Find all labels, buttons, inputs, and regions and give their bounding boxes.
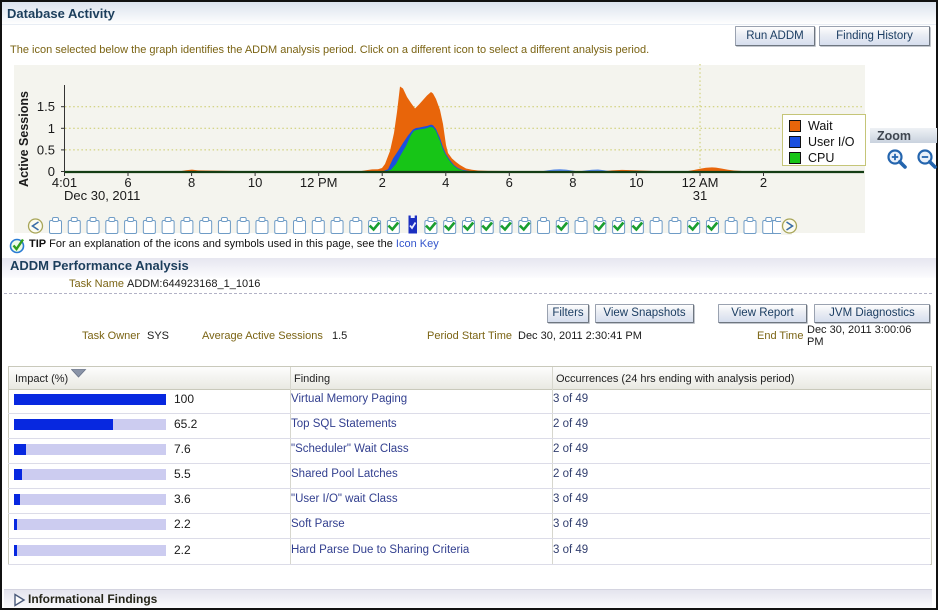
svg-text:2: 2 [379, 175, 386, 190]
svg-text:2: 2 [760, 175, 767, 190]
svg-text:12 PM: 12 PM [300, 175, 338, 190]
svg-text:1.5: 1.5 [37, 99, 55, 114]
svg-text:0: 0 [48, 164, 55, 179]
svg-text:Dec 30, 2011: Dec 30, 2011 [64, 188, 140, 203]
svg-text:Active Sessions: Active Sessions [17, 91, 31, 187]
svg-text:6: 6 [506, 175, 513, 190]
svg-text:10: 10 [248, 175, 262, 190]
svg-text:10: 10 [629, 175, 643, 190]
svg-text:4: 4 [442, 175, 449, 190]
svg-text:1: 1 [48, 121, 55, 136]
svg-text:8: 8 [569, 175, 576, 190]
svg-text:31: 31 [693, 188, 707, 203]
svg-text:8: 8 [188, 175, 195, 190]
svg-text:0.5: 0.5 [37, 142, 55, 157]
